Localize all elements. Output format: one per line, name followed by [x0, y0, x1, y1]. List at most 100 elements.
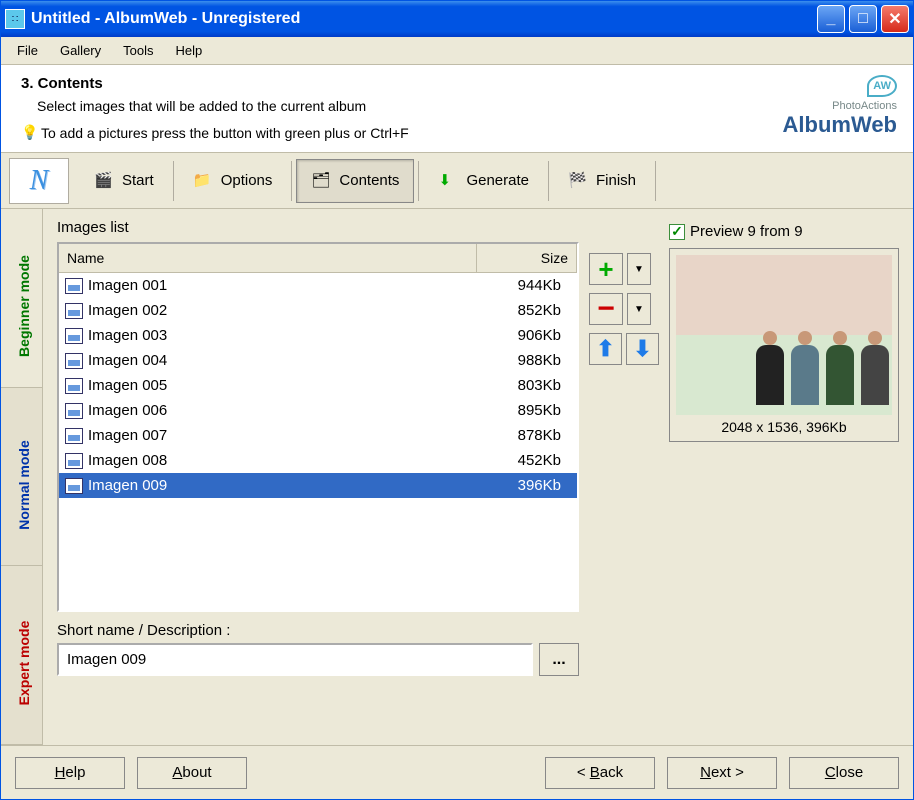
add-image-dropdown[interactable]: ▼ — [627, 253, 651, 285]
arrow-down-green-icon: ⬇ — [438, 171, 460, 191]
footer-bar: Help About < Back Next > Close — [1, 745, 913, 799]
about-label: bout — [182, 764, 211, 781]
image-file-icon — [65, 303, 83, 319]
row-size: 895Kb — [471, 402, 571, 419]
table-row[interactable]: Imagen 005803Kb — [59, 373, 577, 398]
toolbar-start-label: Start — [122, 172, 154, 189]
table-row[interactable]: Imagen 009396Kb — [59, 473, 577, 498]
add-image-button[interactable]: + — [589, 253, 623, 285]
toolbar-generate-label: Generate — [466, 172, 529, 189]
folder-icon: 📁 — [193, 171, 215, 191]
tab-expert-mode[interactable]: Expert mode — [1, 566, 42, 745]
next-button[interactable]: Next > — [667, 757, 777, 789]
image-file-icon — [65, 328, 83, 344]
step-description: Select images that will be added to the … — [37, 98, 707, 114]
window-title: Untitled - AlbumWeb - Unregistered — [31, 10, 817, 28]
image-file-icon — [65, 278, 83, 294]
table-row[interactable]: Imagen 004 988Kb — [59, 348, 577, 373]
close-button[interactable]: Close — [789, 757, 899, 789]
shortname-input[interactable]: Imagen 009 — [57, 643, 533, 676]
toolbar-separator — [173, 161, 174, 201]
move-up-button[interactable]: ⬆ — [589, 333, 622, 365]
brand-badge: AW — [867, 75, 897, 97]
row-name: Imagen 001 — [88, 277, 167, 294]
toolbar-options-label: Options — [221, 172, 273, 189]
step-tip: 💡 To add a pictures press the button wit… — [21, 124, 707, 142]
menu-gallery[interactable]: Gallery — [50, 39, 111, 62]
shortname-label: Short name / Description : — [57, 622, 579, 639]
shortname-browse-button[interactable]: ... — [539, 643, 579, 676]
toolbar-separator — [291, 161, 292, 201]
arrow-up-icon: ⬆ — [596, 336, 614, 362]
toolbar-options[interactable]: 📁 Options — [178, 159, 288, 203]
lightbulb-icon: 💡 — [21, 124, 37, 142]
preview-panel: ✓ Preview 9 from 9 2048 x 1536, 396Kb — [669, 219, 899, 735]
row-size: 878Kb — [471, 427, 571, 444]
remove-image-dropdown[interactable]: ▼ — [627, 293, 651, 325]
app-logo-icon[interactable]: N — [9, 158, 69, 204]
image-file-icon — [65, 378, 83, 394]
toolbar-separator — [655, 161, 656, 201]
wizard-toolbar: N 🎬 Start 📁 Options 🗂 Contents ⬇ Generat… — [1, 153, 913, 209]
about-button[interactable]: About — [137, 757, 247, 789]
toolbar-separator — [418, 161, 419, 201]
table-row[interactable]: Imagen 001944Kb — [59, 273, 577, 298]
minimize-button[interactable]: _ — [817, 5, 845, 33]
row-size: 852Kb — [471, 302, 571, 319]
row-size: 988Kb — [471, 352, 571, 369]
row-size: 906Kb — [471, 327, 571, 344]
row-name: Imagen 006 — [88, 402, 167, 419]
toolbar-start[interactable]: 🎬 Start — [79, 159, 169, 203]
row-name: Imagen 008 — [88, 452, 167, 469]
preview-label: Preview 9 from 9 — [690, 223, 803, 240]
toolbar-contents[interactable]: 🗂 Contents — [296, 159, 414, 203]
toolbar-finish[interactable]: 🏁 Finish — [553, 159, 651, 203]
remove-image-button[interactable]: − — [589, 293, 623, 325]
preview-checkbox-row[interactable]: ✓ Preview 9 from 9 — [669, 223, 899, 240]
image-file-icon — [65, 453, 83, 469]
app-window: ∷ Untitled - AlbumWeb - Unregistered _ □… — [0, 0, 914, 800]
back-button[interactable]: < Back — [545, 757, 655, 789]
row-name: Imagen 004 — [88, 352, 167, 369]
column-name[interactable]: Name — [59, 244, 477, 272]
column-size[interactable]: Size — [477, 244, 577, 272]
table-row[interactable]: Imagen 003 906Kb — [59, 323, 577, 348]
move-down-button[interactable]: ⬇ — [626, 333, 659, 365]
tab-beginner-mode[interactable]: Beginner mode — [1, 209, 42, 388]
clapper-icon: 🎬 — [94, 171, 116, 191]
row-name: Imagen 003 — [88, 327, 167, 344]
content-pane: Images list Name Size Imagen 001944KbIma… — [43, 209, 913, 745]
row-size: 803Kb — [471, 377, 571, 394]
table-row[interactable]: Imagen 006 895Kb — [59, 398, 577, 423]
toolbar-contents-label: Contents — [339, 172, 399, 189]
menu-file[interactable]: File — [7, 39, 48, 62]
help-button[interactable]: Help — [15, 757, 125, 789]
image-file-icon — [65, 428, 83, 444]
arrow-down-icon: ⬇ — [633, 336, 651, 362]
app-icon: ∷ — [5, 9, 25, 29]
toolbar-finish-label: Finish — [596, 172, 636, 189]
tab-normal-mode[interactable]: Normal mode — [1, 388, 42, 567]
menu-help[interactable]: Help — [166, 39, 213, 62]
table-row[interactable]: Imagen 002 852Kb — [59, 298, 577, 323]
toolbar-generate[interactable]: ⬇ Generate — [423, 159, 544, 203]
row-name: Imagen 002 — [88, 302, 167, 319]
wizard-header: 3. Contents Select images that will be a… — [1, 65, 913, 153]
maximize-button[interactable]: □ — [849, 5, 877, 33]
row-size: 396Kb — [471, 477, 571, 494]
table-row[interactable]: Imagen 008 452Kb — [59, 448, 577, 473]
brand-subtitle: PhotoActions — [832, 100, 897, 112]
images-list-label: Images list — [57, 219, 579, 236]
preview-checkbox[interactable]: ✓ — [669, 224, 685, 240]
row-name: Imagen 007 — [88, 427, 167, 444]
list-header: Name Size — [59, 244, 577, 273]
list-controls: + ▼ − ▼ ⬆ ⬇ — [589, 219, 659, 735]
close-window-button[interactable]: ✕ — [881, 5, 909, 33]
stack-icon: 🗂 — [311, 171, 333, 191]
table-row[interactable]: Imagen 007 878Kb — [59, 423, 577, 448]
image-file-icon — [65, 353, 83, 369]
row-size: 452Kb — [471, 452, 571, 469]
images-listview[interactable]: Name Size Imagen 001944Kb Imagen 002 852Kb… — [57, 242, 579, 612]
main-content: Beginner mode Normal mode Expert mode Im… — [1, 209, 913, 745]
menu-tools[interactable]: Tools — [113, 39, 163, 62]
